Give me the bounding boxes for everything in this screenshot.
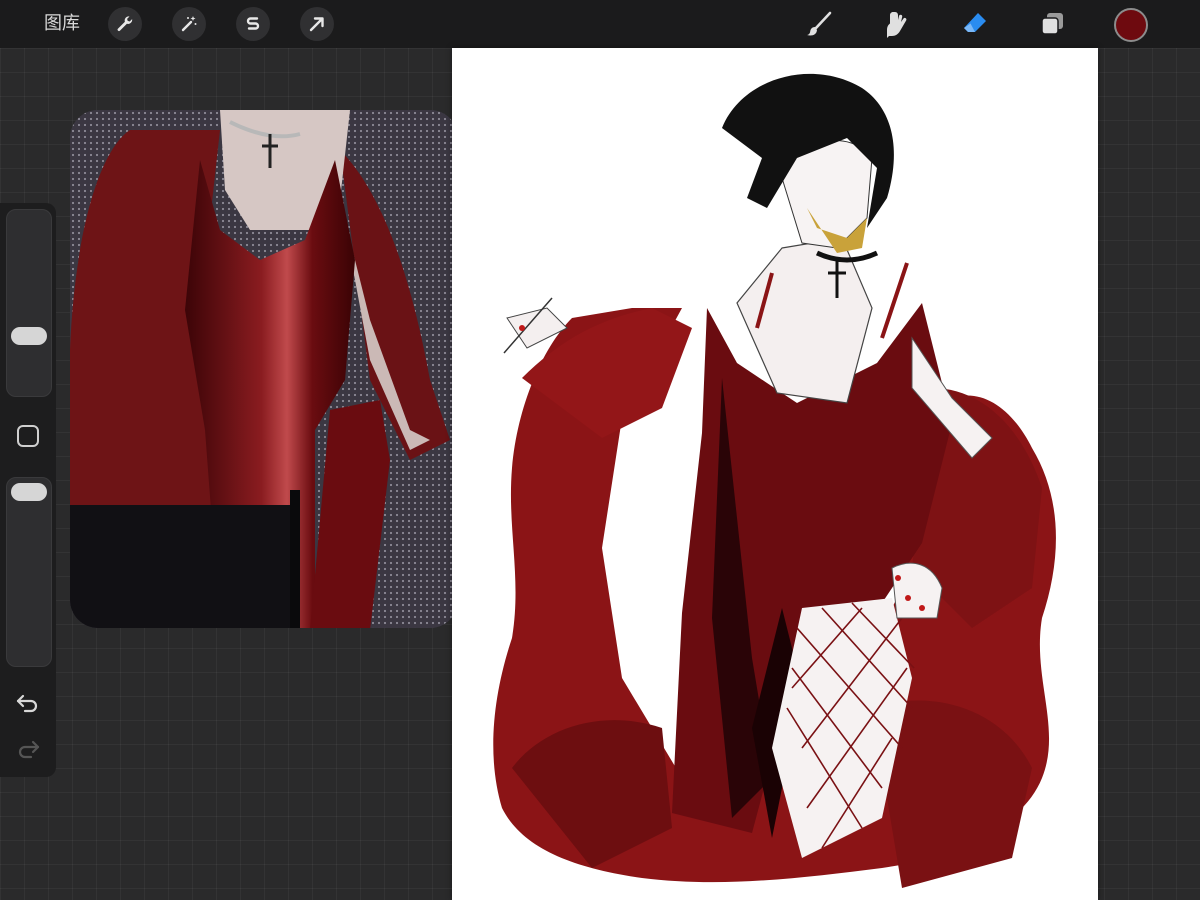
- artwork-illustration: [493, 73, 1056, 888]
- top-toolbar: 图库: [0, 0, 1200, 48]
- reference-image-window[interactable]: [70, 110, 458, 628]
- drawing-canvas[interactable]: [452, 48, 1098, 900]
- undo-icon[interactable]: [14, 691, 42, 715]
- reference-photo: [70, 110, 458, 628]
- eraser-icon[interactable]: [958, 7, 992, 41]
- transform-arrow-icon[interactable]: [300, 7, 334, 41]
- brush-icon[interactable]: [802, 7, 836, 41]
- modify-button[interactable]: [17, 425, 39, 447]
- left-sidebar: [0, 203, 56, 777]
- actions-wrench-icon[interactable]: [108, 7, 142, 41]
- smudge-icon[interactable]: [880, 7, 914, 41]
- brush-size-slider[interactable]: [6, 209, 52, 397]
- brush-size-thumb[interactable]: [11, 327, 47, 345]
- adjustments-wand-icon[interactable]: [172, 7, 206, 41]
- gallery-button[interactable]: 图库: [44, 12, 80, 36]
- selection-s-icon[interactable]: [236, 7, 270, 41]
- redo-icon[interactable]: [14, 737, 42, 761]
- opacity-thumb[interactable]: [11, 483, 47, 501]
- color-picker-swatch[interactable]: [1114, 8, 1148, 42]
- layers-icon[interactable]: [1036, 7, 1070, 41]
- opacity-slider[interactable]: [6, 477, 52, 667]
